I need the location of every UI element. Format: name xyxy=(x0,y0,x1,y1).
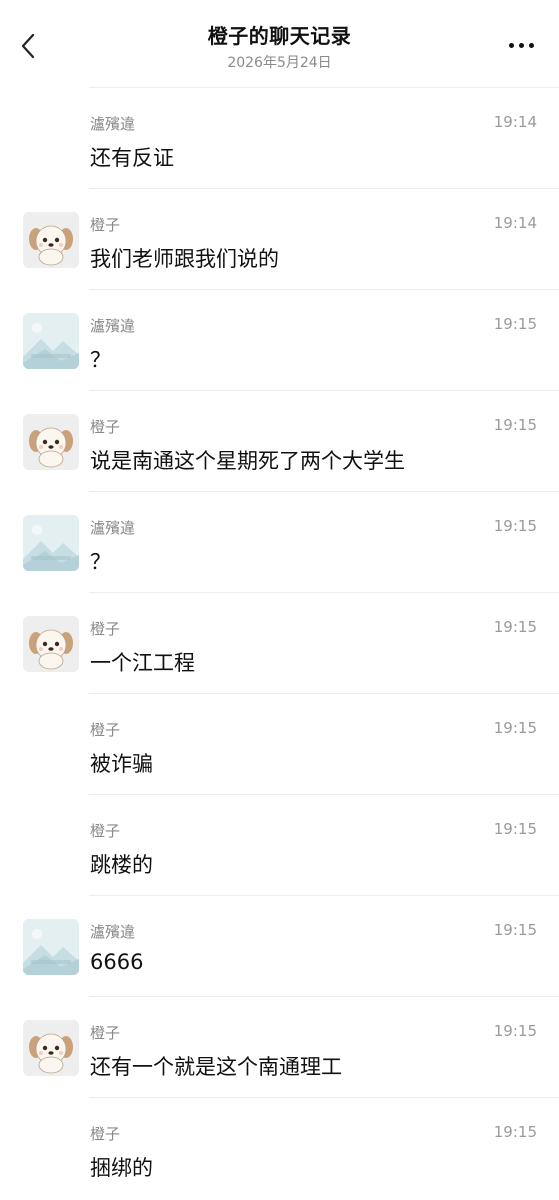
message-time: 19:14 xyxy=(493,113,537,131)
message-time: 19:15 xyxy=(493,315,537,333)
sender-name: 瀘殯違 xyxy=(90,317,136,335)
message-item[interactable]: 橙子 19:14 我们老师跟我们说的 xyxy=(0,188,559,289)
sender-name: 橙子 xyxy=(90,1125,121,1143)
message-text: 捆绑的 xyxy=(90,1156,153,1180)
page-date: 2026年5月24日 xyxy=(227,55,332,71)
message-time: 19:15 xyxy=(493,618,537,636)
message-time: 19:15 xyxy=(493,517,537,535)
message-time: 19:15 xyxy=(493,719,537,737)
message-text: 一个江工程 xyxy=(90,651,195,675)
sender-name: 橙子 xyxy=(90,620,121,638)
dog-avatar[interactable] xyxy=(23,212,79,268)
sender-name: 瀘殯違 xyxy=(90,923,136,941)
message-item[interactable]: 瀘殯違 19:15 ？ xyxy=(0,289,559,390)
sender-name: 橙子 xyxy=(90,822,121,840)
message-item[interactable]: 瀘殯違 19:15 6666 xyxy=(0,895,559,996)
more-options-button[interactable] xyxy=(501,30,541,60)
message-item[interactable]: 橙子 19:15 一个江工程 xyxy=(0,592,559,693)
message-item[interactable]: 橙子 19:15 捆绑的 xyxy=(0,1097,559,1198)
message-text: 6666 xyxy=(90,950,144,974)
message-text: 被诈骗 xyxy=(90,752,153,776)
dog-avatar[interactable] xyxy=(23,616,79,672)
landscape-avatar[interactable] xyxy=(23,919,79,975)
sender-name: 橙子 xyxy=(90,721,121,739)
message-time: 19:15 xyxy=(493,1123,537,1141)
message-time: 19:14 xyxy=(493,214,537,232)
message-time: 19:15 xyxy=(493,416,537,434)
message-item[interactable]: 橙子 19:15 跳楼的 xyxy=(0,794,559,895)
more-dot-icon xyxy=(528,42,534,48)
chat-history-header: 橙子的聊天记录 2026年5月24日 xyxy=(0,0,559,88)
dog-avatar[interactable] xyxy=(23,1020,79,1076)
message-item[interactable]: 橙子 19:15 还有一个就是这个南通理工 xyxy=(0,996,559,1097)
sender-name: 瀘殯違 xyxy=(90,519,136,537)
message-item[interactable]: 瀘殯違 19:15 ？ xyxy=(0,491,559,592)
message-item[interactable]: 瀘殯違 19:14 还有反证 xyxy=(0,87,559,188)
sender-name: 瀘殯違 xyxy=(90,115,136,133)
message-text: 说是南通这个星期死了两个大学生 xyxy=(90,449,405,473)
message-time: 19:15 xyxy=(493,921,537,939)
message-item[interactable]: 橙子 19:15 被诈骗 xyxy=(0,693,559,794)
message-text: 还有反证 xyxy=(90,146,174,170)
message-text: ？ xyxy=(90,348,111,372)
dog-avatar[interactable] xyxy=(23,414,79,470)
message-list: 瀘殯違 19:14 还有反证 橙子 19:14 我们老师跟我们说的 瀘殯違 19:15？ … xyxy=(0,87,559,1198)
message-time: 19:15 xyxy=(493,1022,537,1040)
sender-name: 橙子 xyxy=(90,1024,121,1042)
page-title: 橙子的聊天记录 xyxy=(207,24,352,48)
message-text: 还有一个就是这个南通理工 xyxy=(90,1055,342,1079)
message-item[interactable]: 橙子 19:15 说是南通这个星期死了两个大学生 xyxy=(0,390,559,491)
more-dot-icon xyxy=(518,42,524,48)
sender-name: 橙子 xyxy=(90,418,121,436)
message-time: 19:15 xyxy=(493,820,537,838)
landscape-avatar[interactable] xyxy=(23,515,79,571)
sender-name: 橙子 xyxy=(90,216,121,234)
more-dot-icon xyxy=(508,42,514,48)
landscape-avatar[interactable] xyxy=(23,313,79,369)
message-text: 我们老师跟我们说的 xyxy=(90,247,279,271)
message-text: 跳楼的 xyxy=(90,853,153,877)
message-text: ？ xyxy=(90,550,111,574)
